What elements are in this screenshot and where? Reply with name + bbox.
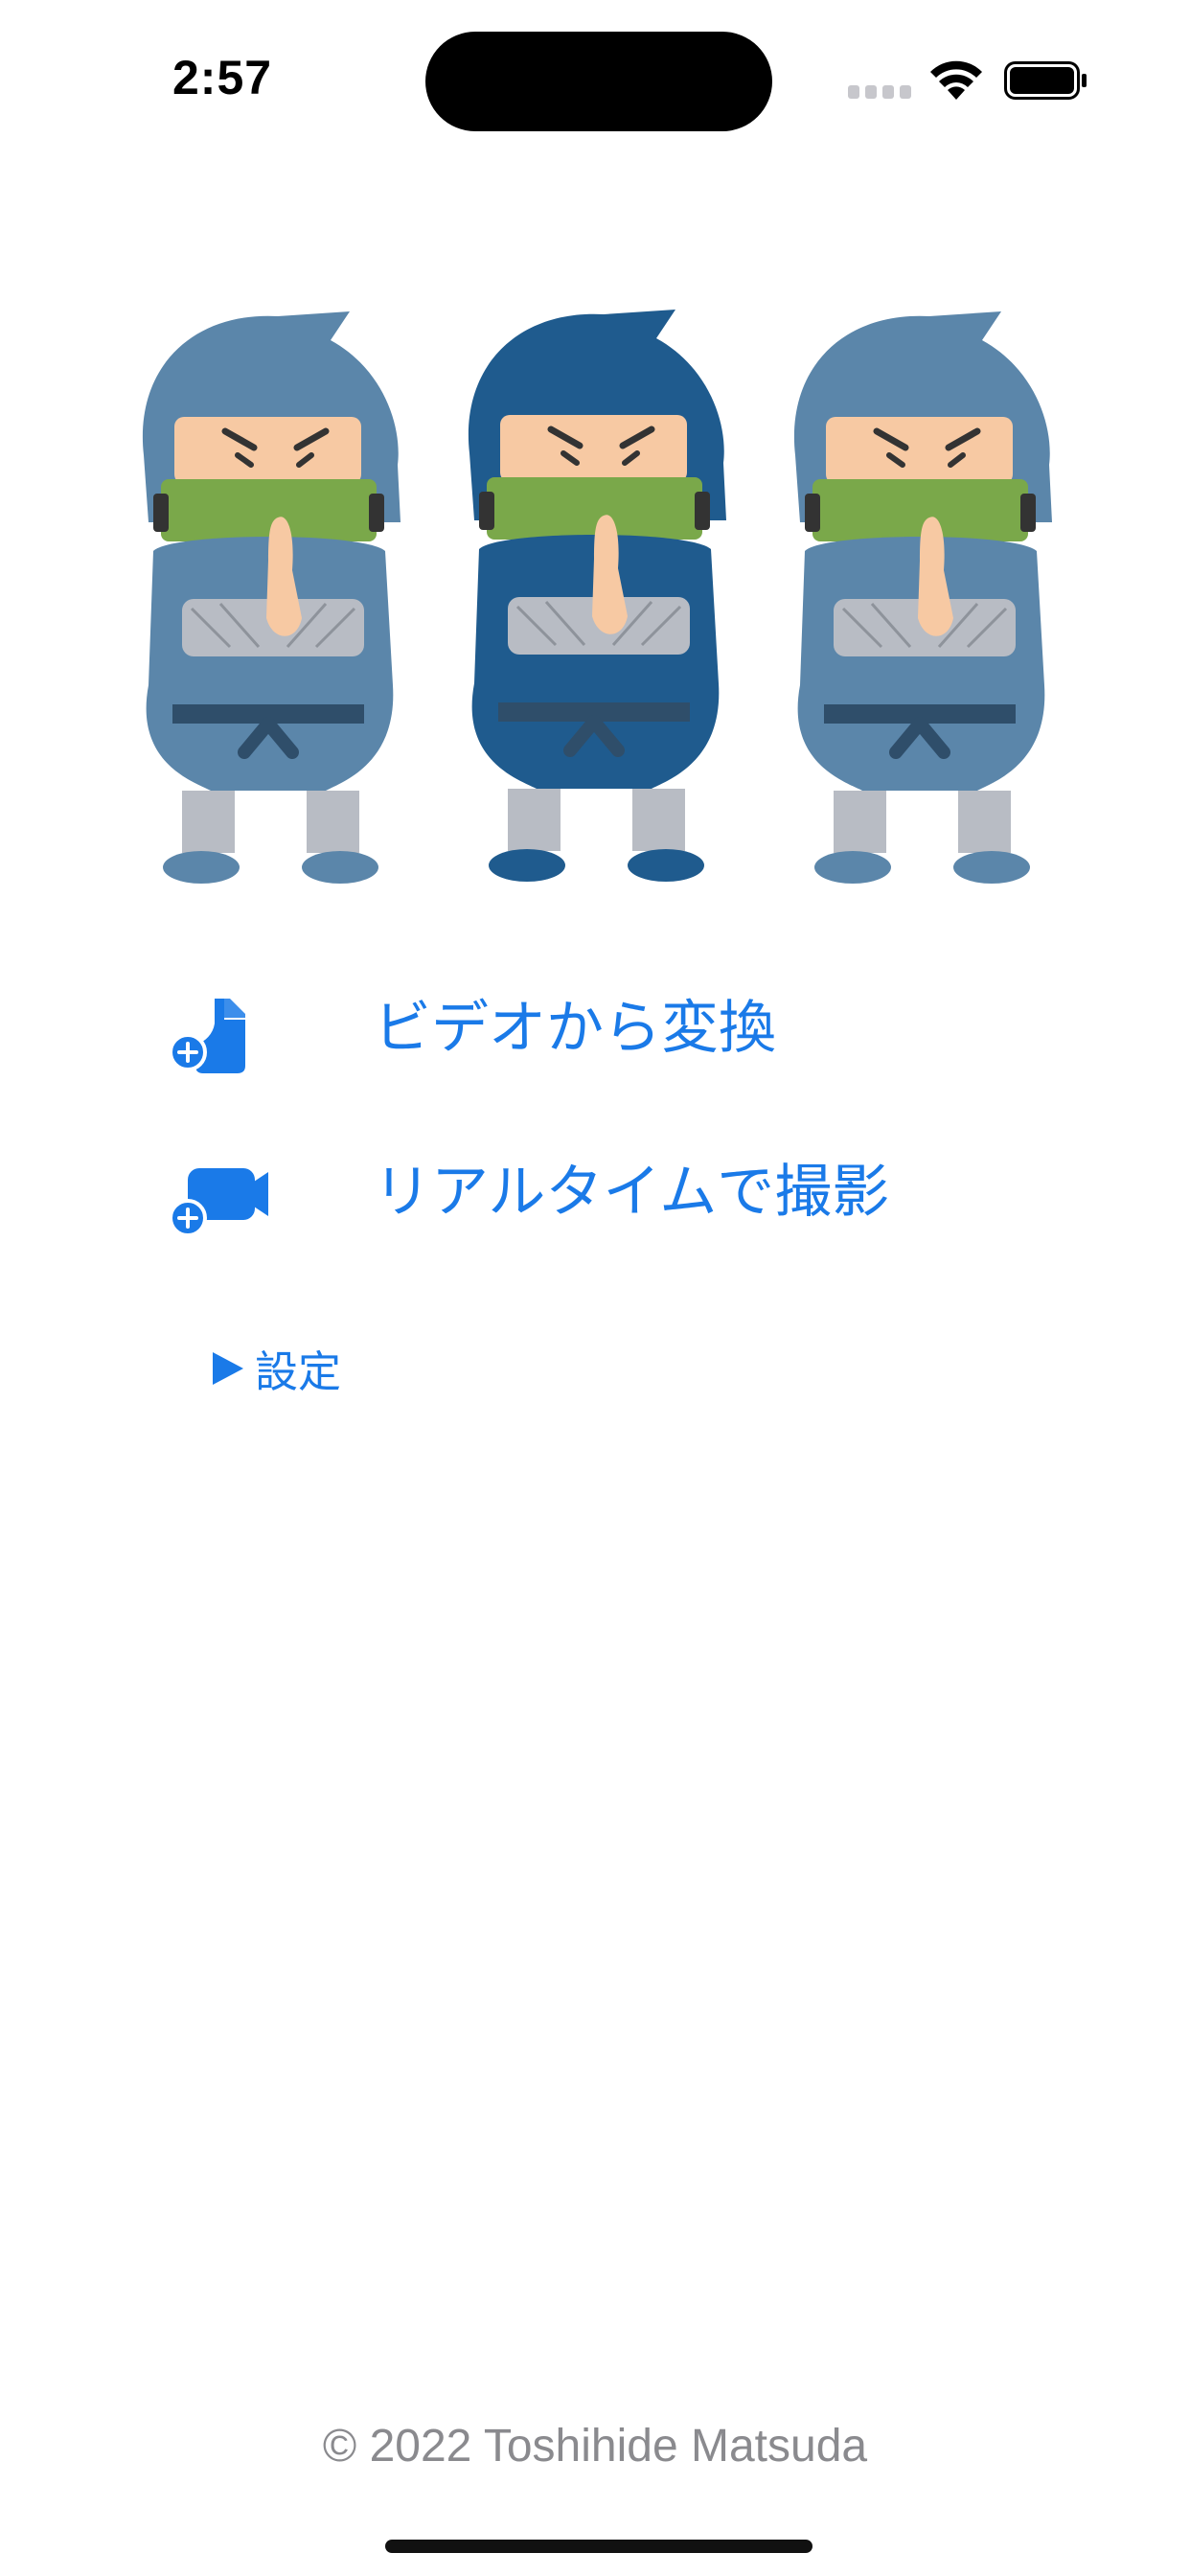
copyright-text: © 2022 Toshihide Matsuda: [322, 2421, 868, 2472]
dynamic-island: [425, 32, 772, 131]
settings-label: 設定: [255, 1346, 342, 1397]
convert-from-video-label: ビデオから変換: [374, 994, 776, 1062]
settings-disclosure[interactable]: 設定: [213, 1337, 341, 1399]
status-time: 2:57: [172, 51, 273, 104]
disclosure-triangle-icon: [213, 1351, 243, 1385]
battery-icon: [1004, 61, 1087, 100]
wifi-icon: [930, 60, 982, 100]
convert-from-video-button[interactable]: ビデオから変換: [167, 965, 776, 1080]
realtime-capture-button[interactable]: リアルタイムで撮影: [167, 1129, 889, 1244]
realtime-capture-label: リアルタイムで撮影: [374, 1158, 890, 1226]
home-indicator[interactable]: [385, 2540, 812, 2553]
doc-plus-icon: [169, 999, 245, 1073]
ninja-illustration: [134, 292, 1054, 891]
cellular-signal-icon: [848, 85, 911, 99]
video-plus-icon: [169, 1168, 268, 1237]
